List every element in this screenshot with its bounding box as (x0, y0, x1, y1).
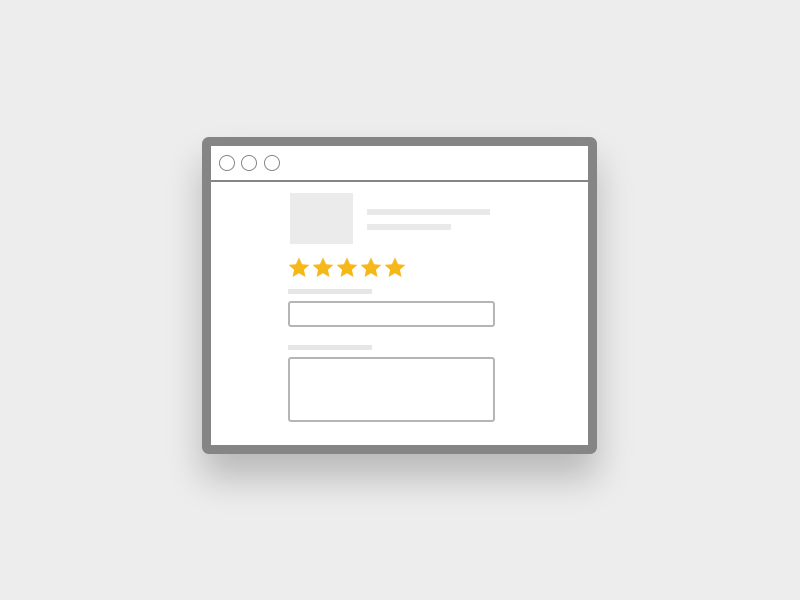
product-title-placeholder (367, 209, 490, 215)
browser-window (202, 137, 597, 454)
star-icon[interactable] (383, 256, 407, 280)
textarea-label-placeholder (288, 345, 372, 350)
input-label-placeholder (288, 289, 372, 294)
star-icon[interactable] (287, 256, 311, 280)
title-bar (211, 146, 588, 182)
star-icon[interactable] (311, 256, 335, 280)
window-control-circle-icon[interactable] (241, 155, 257, 171)
window-control-circle-icon[interactable] (264, 155, 280, 171)
product-subtitle-placeholder (367, 224, 451, 230)
window-content (211, 146, 588, 445)
window-control-circle-icon[interactable] (219, 155, 235, 171)
product-thumbnail-placeholder (290, 193, 353, 244)
review-body-textarea[interactable] (288, 357, 495, 422)
review-title-input[interactable] (288, 301, 495, 327)
star-rating[interactable] (287, 256, 407, 282)
scene (0, 0, 800, 600)
star-icon[interactable] (335, 256, 359, 280)
star-icon[interactable] (359, 256, 383, 280)
